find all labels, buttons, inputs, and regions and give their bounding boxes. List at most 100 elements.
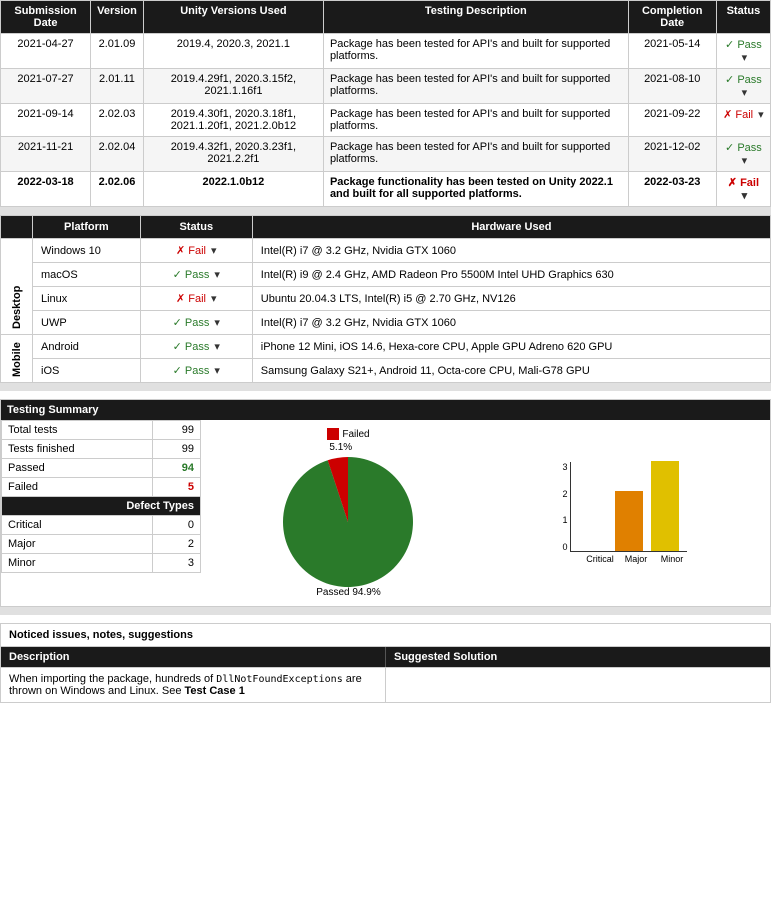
- cell-completion-1: 2021-08-10: [628, 69, 716, 104]
- summary-value-2: 94: [153, 459, 201, 478]
- status-dropdown-3[interactable]: ▾: [742, 155, 748, 167]
- status-badge-2: ✗ Fail: [723, 109, 753, 121]
- cell-unity-1: 2019.4.29f1, 2020.3.15f2, 2021.1.16f1: [143, 69, 323, 104]
- platform-dropdown-0-2[interactable]: ▾: [211, 293, 217, 305]
- cell-submission-date-4: 2022-03-18: [1, 172, 91, 207]
- summary-value-1: 99: [153, 440, 201, 459]
- platform-status-badge-0-0: ✗ Fail: [176, 245, 206, 257]
- status-dropdown-4[interactable]: ▾: [742, 190, 748, 202]
- platform-status-badge-1-0: ✓ Pass: [173, 341, 210, 353]
- platform-status-0-2[interactable]: ✗ Fail ▾: [140, 287, 252, 311]
- platform-dropdown-0-3[interactable]: ▾: [214, 317, 220, 329]
- notes-title: Noticed issues, notes, suggestions: [1, 624, 770, 647]
- platform-name-1-0: Android: [33, 335, 141, 359]
- col-unity-versions: Unity Versions Used: [143, 1, 323, 34]
- cell-version-0: 2.01.09: [91, 34, 144, 69]
- summary-right-panel: Failed 5.1% Passed 94.9%: [201, 420, 770, 606]
- platform-status-badge-0-1: ✓ Pass: [173, 269, 210, 281]
- platform-status-0-0[interactable]: ✗ Fail ▾: [140, 239, 252, 263]
- bar-minor-rect: [651, 461, 679, 551]
- defect-value-0: 0: [153, 516, 201, 535]
- defect-value-1: 2: [153, 535, 201, 554]
- hardware-cell-0-2: Ubuntu 20.04.3 LTS, Intel(R) i5 @ 2.70 G…: [252, 287, 770, 311]
- cell-desc-0: Package has been tested for API's and bu…: [323, 34, 628, 69]
- bar-major-rect: [615, 491, 643, 551]
- platform-status-1-0[interactable]: ✓ Pass ▾: [140, 335, 252, 359]
- col-hardware: Hardware Used: [252, 216, 770, 239]
- status-badge-3: ✓ Pass: [725, 142, 762, 154]
- summary-title: Testing Summary: [1, 400, 770, 420]
- cell-submission-date-2: 2021-09-14: [1, 104, 91, 137]
- bar-major-label: Major: [622, 554, 650, 564]
- col-platform: Platform: [33, 216, 141, 239]
- cell-version-3: 2.02.04: [91, 137, 144, 172]
- hardware-cell-0-3: Intel(R) i7 @ 3.2 GHz, Nvidia GTX 1060: [252, 311, 770, 335]
- cell-desc-2: Package has been tested for API's and bu…: [323, 104, 628, 137]
- hardware-cell-0-0: Intel(R) i7 @ 3.2 GHz, Nvidia GTX 1060: [252, 239, 770, 263]
- defect-value-2: 3: [153, 554, 201, 573]
- platform-dropdown-1-0[interactable]: ▾: [214, 341, 220, 353]
- cell-desc-4: Package functionality has been tested on…: [323, 172, 628, 207]
- y-label-1: 1: [562, 515, 567, 525]
- version-history-table: Submission Date Version Unity Versions U…: [0, 0, 771, 207]
- bar-labels: Critical Major Minor: [586, 554, 686, 564]
- cell-unity-2: 2019.4.30f1, 2020.3.18f1, 2021.1.20f1, 2…: [143, 104, 323, 137]
- platform-dropdown-0-0[interactable]: ▾: [211, 245, 217, 257]
- hardware-cell-1-1: Samsung Galaxy S21+, Android 11, Octa-co…: [252, 359, 770, 383]
- bar-minor: [651, 461, 679, 551]
- cell-status-4[interactable]: ✗ Fail ▾: [716, 172, 770, 207]
- summary-section: Testing Summary Total tests 99 Tests fin…: [0, 399, 771, 607]
- cell-completion-4: 2022-03-23: [628, 172, 716, 207]
- hardware-cell-0-1: Intel(R) i9 @ 2.4 GHz, AMD Radeon Pro 55…: [252, 263, 770, 287]
- defect-label-2: Minor: [2, 554, 153, 573]
- summary-left-panel: Total tests 99 Tests finished 99 Passed …: [1, 420, 201, 606]
- col-completion-date: Completion Date: [628, 1, 716, 34]
- summary-label-1: Tests finished: [2, 440, 153, 459]
- group-label-1: Mobile: [1, 335, 33, 383]
- section-divider-3: [0, 607, 771, 615]
- status-dropdown-1[interactable]: ▾: [742, 87, 748, 99]
- platform-dropdown-1-1[interactable]: ▾: [214, 365, 220, 377]
- cell-unity-3: 2019.4.32f1, 2020.3.23f1, 2021.2.2f1: [143, 137, 323, 172]
- y-label-3: 3: [562, 462, 567, 472]
- summary-value-0: 99: [153, 421, 201, 440]
- cell-submission-date-1: 2021-07-27: [1, 69, 91, 104]
- pie-legend: Failed 5.1%: [327, 428, 369, 453]
- cell-submission-date-0: 2021-04-27: [1, 34, 91, 69]
- section-divider-1: [0, 207, 771, 215]
- cell-completion-0: 2021-05-14: [628, 34, 716, 69]
- group-label-0: Desktop: [1, 239, 33, 335]
- cell-status-1[interactable]: ✓ Pass ▾: [716, 69, 770, 104]
- platform-name-0-3: UWP: [33, 311, 141, 335]
- platform-status-badge-1-1: ✓ Pass: [173, 365, 210, 377]
- status-dropdown-0[interactable]: ▾: [742, 52, 748, 64]
- notes-row-1: When importing the package, hundreds of …: [1, 667, 770, 702]
- cell-desc-3: Package has been tested for API's and bu…: [323, 137, 628, 172]
- platform-status-1-1[interactable]: ✓ Pass ▾: [140, 359, 252, 383]
- col-platform-status: Status: [140, 216, 252, 239]
- defect-section-header: Defect Types: [2, 497, 201, 516]
- platform-dropdown-0-1[interactable]: ▾: [214, 269, 220, 281]
- platform-status-0-3[interactable]: ✓ Pass ▾: [140, 311, 252, 335]
- summary-label-0: Total tests: [2, 421, 153, 440]
- bar-minor-label: Minor: [658, 554, 686, 564]
- cell-unity-0: 2019.4, 2020.3, 2021.1: [143, 34, 323, 69]
- platform-status-0-1[interactable]: ✓ Pass ▾: [140, 263, 252, 287]
- status-dropdown-2[interactable]: ▾: [758, 109, 764, 121]
- platform-name-0-1: macOS: [33, 263, 141, 287]
- defect-label-1: Major: [2, 535, 153, 554]
- cell-status-2[interactable]: ✗ Fail ▾: [716, 104, 770, 137]
- pie-passed-label: Passed 94.9%: [316, 587, 381, 598]
- notes-header: Description Suggested Solution: [1, 647, 770, 667]
- platform-name-0-2: Linux: [33, 287, 141, 311]
- pie-chart: Failed 5.1% Passed 94.9%: [283, 428, 413, 598]
- col-submission-date: Submission Date: [1, 1, 91, 34]
- platform-status-badge-0-3: ✓ Pass: [173, 317, 210, 329]
- cell-version-2: 2.02.03: [91, 104, 144, 137]
- col-group: [1, 216, 33, 239]
- cell-completion-3: 2021-12-02: [628, 137, 716, 172]
- cell-status-3[interactable]: ✓ Pass ▾: [716, 137, 770, 172]
- summary-value-3: 5: [153, 478, 201, 497]
- col-version: Version: [91, 1, 144, 34]
- cell-status-0[interactable]: ✓ Pass ▾: [716, 34, 770, 69]
